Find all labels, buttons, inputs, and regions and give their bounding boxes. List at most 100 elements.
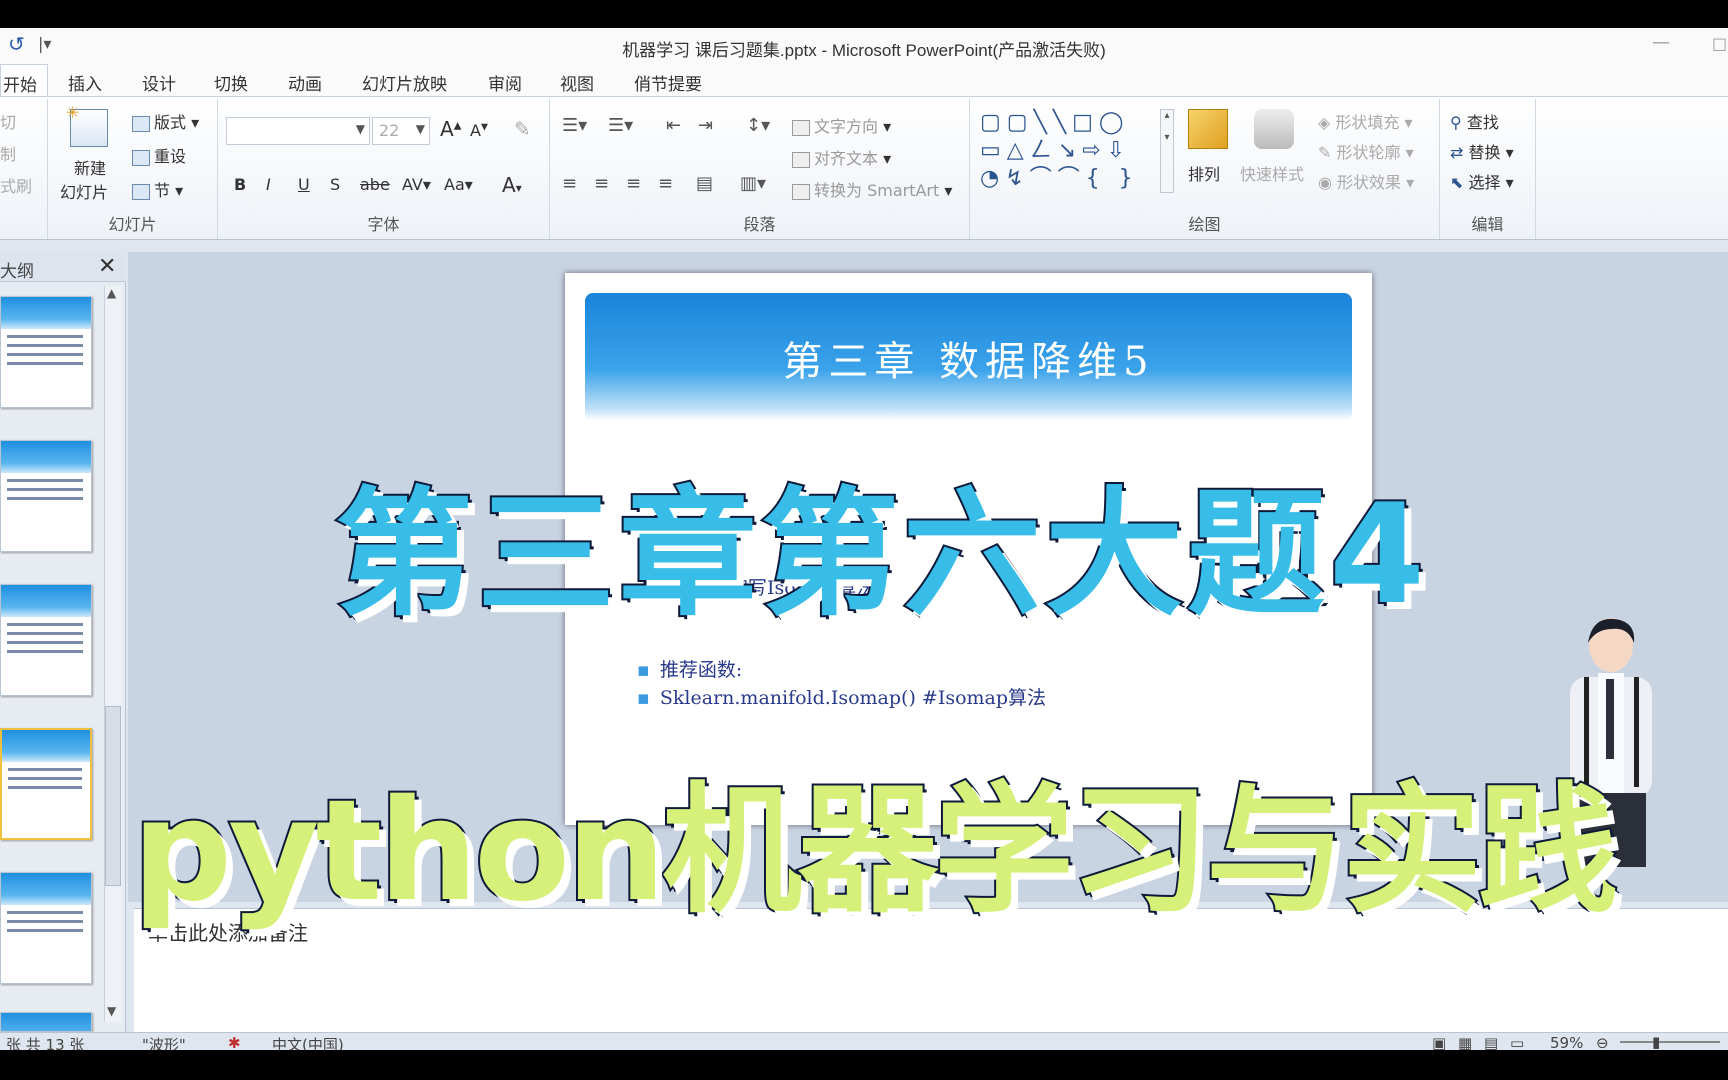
underline-button[interactable]: U	[298, 175, 310, 194]
group-label-paragraph: 段落	[743, 215, 776, 234]
find-button[interactable]: ⚲ 查找	[1450, 109, 1499, 133]
strikethrough-button[interactable]: abe	[360, 175, 390, 194]
select-label: 选择	[1468, 173, 1501, 192]
shape-effects-button[interactable]: ◉ 形状效果 ▾	[1318, 169, 1414, 193]
zoom-level[interactable]: 59%	[1550, 1034, 1583, 1050]
scroll-up-icon[interactable]: ▲	[107, 286, 116, 300]
minimize-button[interactable]: —	[1652, 32, 1670, 53]
grow-font-button[interactable]: A▲	[440, 117, 461, 141]
tab-review[interactable]: 审阅	[488, 70, 522, 95]
thumbnail-scrollbar[interactable]: ▲ ▼	[104, 286, 122, 1022]
slide-thumbnail-selected[interactable]	[0, 728, 92, 840]
reset-icon	[132, 149, 150, 166]
language-label[interactable]: 中文(中国)	[272, 1034, 344, 1050]
align-text-button[interactable]: 对齐文本 ▾	[792, 145, 891, 169]
section-button[interactable]: 节 ▾	[132, 177, 183, 201]
align-center-icon[interactable]: ≡	[594, 173, 609, 194]
select-button[interactable]: ⬉ 选择 ▾	[1450, 169, 1514, 193]
tab-outline[interactable]: 大纲	[0, 257, 34, 282]
numbering-icon[interactable]: ☰▾	[608, 115, 633, 136]
font-name-select[interactable]: ▼	[226, 117, 370, 145]
font-color-button[interactable]: A▾	[502, 173, 522, 197]
tab-slideshow[interactable]: 幻灯片放映	[362, 70, 447, 95]
bold-button[interactable]: B	[234, 175, 246, 194]
spellcheck-icon[interactable]: ✱	[228, 1034, 241, 1050]
shrink-font-button[interactable]: A▼	[470, 121, 488, 140]
zoom-slider[interactable]	[1620, 1041, 1720, 1043]
decrease-indent-icon[interactable]: ⇤	[666, 115, 681, 136]
quick-styles-icon	[1254, 109, 1294, 149]
shape-fill-button[interactable]: ◈ 形状填充 ▾	[1318, 109, 1413, 133]
italic-button[interactable]: I	[266, 175, 271, 194]
font-size-select[interactable]: 22 ▼	[372, 117, 430, 145]
new-slide-dropdown[interactable]: 幻灯片	[60, 179, 108, 203]
increase-indent-icon[interactable]: ⇥	[698, 115, 713, 136]
view-reading-icon[interactable]: ▤	[1484, 1034, 1498, 1050]
layout-label: 版式	[154, 113, 187, 132]
zoom-slider-thumb[interactable]: ▮	[1652, 1033, 1660, 1050]
tab-home[interactable]: 开始	[0, 64, 48, 98]
reset-label: 重设	[154, 147, 187, 166]
tab-storyboard[interactable]: 俏节提要	[634, 70, 702, 95]
justify-icon[interactable]: ≡	[658, 173, 673, 194]
reset-button[interactable]: 重设	[132, 143, 186, 167]
quick-styles-button[interactable]: 快速样式	[1240, 161, 1304, 185]
view-normal-icon[interactable]: ▣	[1432, 1034, 1446, 1050]
format-painter-button[interactable]: 式刷	[0, 173, 32, 197]
shapes-gallery[interactable]: ▢▢╲╲□◯ ▭△ㄥ↘⇨⇩ ◔↯⌒⌒{ }	[980, 109, 1170, 193]
close-icon[interactable]: ✕	[98, 254, 116, 279]
title-bar: ↺ |▾ 机器学习 课后习题集.pptx - Microsoft PowerPo…	[0, 28, 1728, 64]
slide-thumbnail[interactable]	[0, 872, 92, 984]
copy-button[interactable]: 制	[0, 141, 16, 165]
group-editing: ⚲ 查找 ⇄ 替换 ▾ ⬉ 选择 ▾ 编辑	[1440, 99, 1536, 239]
tab-insert[interactable]: 插入	[68, 70, 102, 95]
tab-design[interactable]: 设计	[142, 70, 176, 95]
arrange-button[interactable]: 排列	[1188, 161, 1220, 185]
scroll-down-icon[interactable]: ▼	[107, 1004, 116, 1018]
tab-transitions[interactable]: 切换	[214, 70, 248, 95]
shape-fill-label: 形状填充	[1335, 113, 1400, 132]
group-clipboard: 切 制 式刷	[0, 99, 48, 239]
group-label-slides: 幻灯片	[108, 215, 157, 234]
line-spacing-icon[interactable]: ↕▾	[746, 115, 770, 136]
ribbon-tabs: 开始 插入 设计 切换 动画 幻灯片放映 审阅 视图 俏节提要	[0, 64, 1728, 98]
arrange-icon	[1188, 109, 1228, 149]
replace-button[interactable]: ⇄ 替换 ▾	[1450, 139, 1514, 163]
layout-icon	[132, 115, 150, 132]
change-case-button[interactable]: Aa▾	[444, 175, 473, 194]
clear-format-icon[interactable]: ✎	[514, 117, 531, 141]
text-direction-button[interactable]: 文字方向 ▾	[792, 113, 891, 137]
smartart-button[interactable]: 转换为 SmartArt ▾	[792, 177, 952, 201]
slide-bullet: ▪ Sklearn.manifold.Isomap() #Isomap算法	[637, 683, 1046, 710]
gallery-scroll[interactable]: ▴ ▾	[1160, 109, 1174, 193]
align-left-icon[interactable]: ≡	[562, 173, 577, 194]
slide-thumbnail[interactable]	[0, 296, 92, 408]
align-right-icon[interactable]: ≡	[626, 173, 641, 194]
theme-name[interactable]: "波形"	[142, 1034, 186, 1050]
slide-thumbnail[interactable]	[0, 584, 92, 696]
slide-title[interactable]: 第三章 数据降维5	[565, 329, 1372, 387]
slide-thumbnail[interactable]	[0, 440, 92, 552]
distributed-icon[interactable]: ▤	[696, 173, 713, 194]
tab-animations[interactable]: 动画	[288, 70, 322, 95]
slide-thumbnail[interactable]	[0, 1012, 92, 1032]
scroll-thumb[interactable]	[105, 706, 121, 886]
shadow-button[interactable]: S	[330, 175, 340, 194]
tab-view[interactable]: 视图	[560, 70, 594, 95]
columns-icon[interactable]: ▥▾	[740, 173, 766, 194]
view-sorter-icon[interactable]: ▦	[1458, 1034, 1472, 1050]
view-slideshow-icon[interactable]: ▭	[1510, 1034, 1524, 1050]
group-label-drawing: 绘图	[1188, 215, 1221, 234]
new-slide-button[interactable]: 新建	[74, 155, 106, 179]
char-spacing-button[interactable]: AV▾	[402, 175, 431, 194]
bullet-text: 推荐函数:	[659, 659, 743, 681]
thumbnail-banner	[1, 873, 91, 905]
bullets-icon[interactable]: ☰▾	[562, 115, 587, 136]
layout-button[interactable]: 版式 ▾	[132, 109, 199, 133]
maximize-button[interactable]: □	[1712, 34, 1727, 53]
thumbnail-line	[7, 929, 83, 932]
zoom-out-icon[interactable]: ⊖	[1596, 1034, 1609, 1050]
thumbnail-line	[7, 362, 83, 365]
cut-button[interactable]: 切	[0, 109, 16, 133]
shape-outline-button[interactable]: ✎ 形状轮廓 ▾	[1318, 139, 1414, 163]
